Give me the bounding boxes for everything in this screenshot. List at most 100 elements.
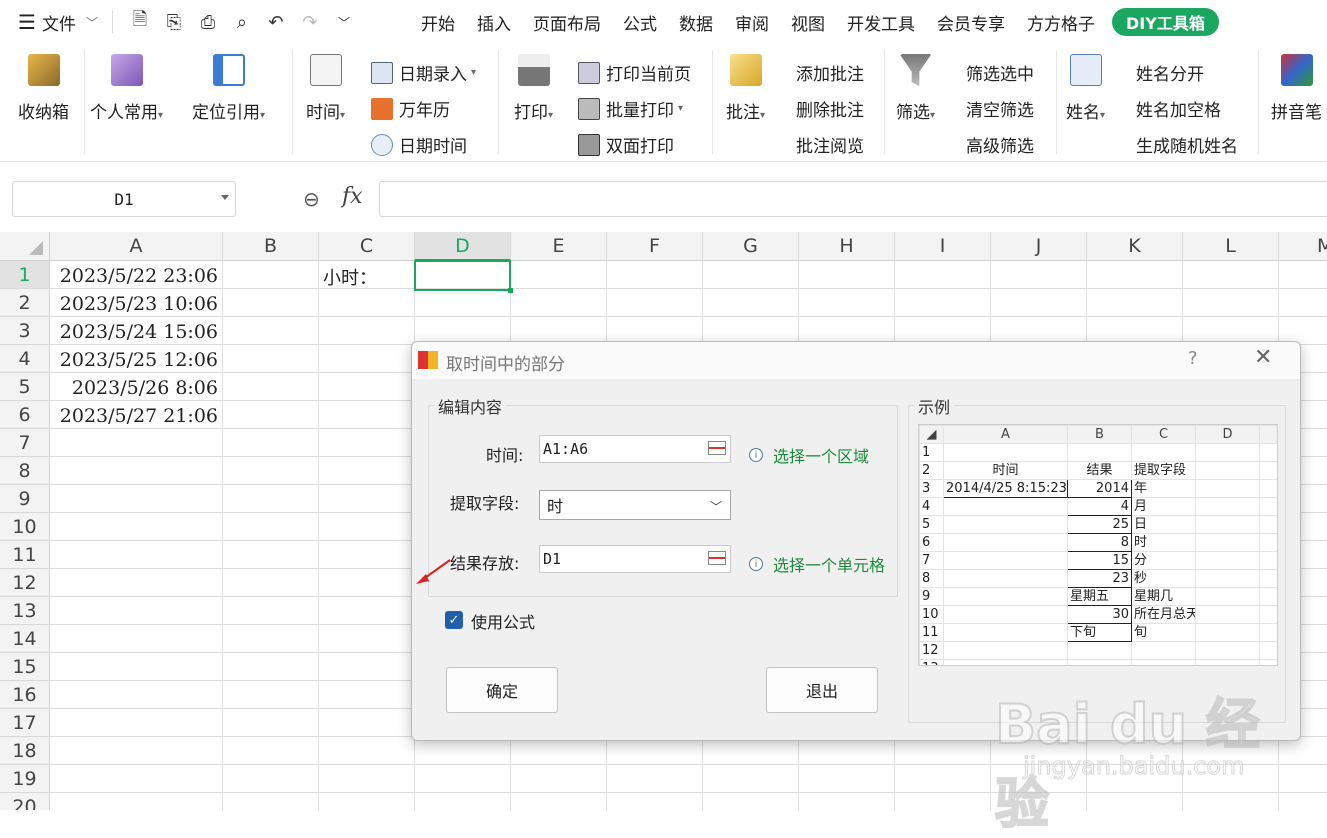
row-header-9[interactable]: 9 — [0, 485, 50, 513]
cell-a3[interactable]: 2023/5/24 15:06 — [50, 318, 222, 346]
row-header-20[interactable]: 20 — [0, 793, 50, 810]
personal-button[interactable]: 个人常用▾ — [90, 54, 163, 123]
active-cell-d1[interactable] — [414, 260, 513, 293]
filter-button[interactable]: 筛选▾ — [896, 54, 935, 123]
file-menu[interactable]: ☰ 文件 ﹀ — [18, 10, 98, 35]
name-button[interactable]: 姓名▾ — [1066, 54, 1105, 123]
col-header-k[interactable]: K — [1087, 232, 1183, 261]
date-time-button[interactable]: 日期时间 — [371, 132, 467, 157]
use-formula-checkbox[interactable]: ✓ — [445, 611, 463, 629]
print-icon[interactable]: ⎙ — [191, 0, 225, 44]
row-header-14[interactable]: 14 — [0, 625, 50, 653]
random-name-button[interactable]: 生成随机姓名 — [1136, 132, 1238, 157]
help-icon[interactable]: ? — [1188, 348, 1198, 369]
exit-button[interactable]: 退出 — [766, 667, 878, 713]
export-pdf-icon[interactable]: ⎘ — [157, 0, 191, 44]
col-header-l[interactable]: L — [1183, 232, 1279, 261]
col-header-i[interactable]: I — [895, 232, 991, 261]
col-header-j[interactable]: J — [991, 232, 1087, 261]
row-header-19[interactable]: 19 — [0, 765, 50, 793]
cell-a1[interactable]: 2023/5/22 23:06 — [50, 262, 222, 290]
row-header-11[interactable]: 11 — [0, 541, 50, 569]
print-current-button[interactable]: 打印当前页 — [578, 60, 691, 85]
row-header-4[interactable]: 4 — [0, 345, 50, 373]
col-header-a[interactable]: A — [50, 232, 223, 261]
redo-icon[interactable]: ↷ — [293, 0, 327, 44]
cell-a5[interactable]: 2023/5/26 8:06 — [50, 374, 222, 402]
row-header-15[interactable]: 15 — [0, 653, 50, 681]
pinyin-button[interactable]: 拼音笔 — [1271, 54, 1322, 123]
read-comment-button[interactable]: 批注阅览 — [796, 132, 864, 157]
tab-developer[interactable]: 开发工具 — [836, 0, 926, 44]
tab-page-layout[interactable]: 页面布局 — [522, 0, 612, 44]
select-all-corner[interactable] — [0, 232, 50, 261]
duplex-print-button[interactable]: 双面打印 — [578, 132, 674, 157]
range-picker-icon[interactable] — [708, 441, 726, 455]
col-header-b[interactable]: B — [223, 232, 319, 261]
date-entry-button[interactable]: 日期录入 ▾ — [371, 60, 476, 85]
tab-data[interactable]: 数据 — [668, 0, 724, 44]
row-header-3[interactable]: 3 — [0, 317, 50, 345]
undo-icon[interactable]: ↶ — [259, 0, 293, 44]
tab-view[interactable]: 视图 — [780, 0, 836, 44]
col-header-g[interactable]: G — [703, 232, 799, 261]
row-header-13[interactable]: 13 — [0, 597, 50, 625]
delete-comment-button[interactable]: 删除批注 — [796, 96, 864, 121]
clear-filter-button[interactable]: 清空筛选 — [966, 96, 1034, 121]
row-header-16[interactable]: 16 — [0, 681, 50, 709]
cell-a2[interactable]: 2023/5/23 10:06 — [50, 290, 222, 318]
tab-fangfange[interactable]: 方方格子 — [1016, 0, 1106, 44]
row-header-12[interactable]: 12 — [0, 569, 50, 597]
tab-diy-toolbox[interactable]: DIY工具箱 — [1112, 8, 1219, 36]
col-header-e[interactable]: E — [511, 232, 607, 261]
time-range-input[interactable]: A1:A6 — [539, 435, 731, 463]
col-header-m[interactable]: M — [1279, 232, 1327, 261]
cell-a6[interactable]: 2023/5/27 21:06 — [50, 402, 222, 430]
col-header-f[interactable]: F — [607, 232, 703, 261]
cell-c1[interactable]: 小时： — [323, 264, 377, 290]
time-button[interactable]: 时间▾ — [306, 54, 345, 123]
comment-button[interactable]: 批注▾ — [726, 54, 765, 123]
row-header-2[interactable]: 2 — [0, 289, 50, 317]
row-header-7[interactable]: 7 — [0, 429, 50, 457]
customize-dropdown-icon[interactable]: ﹀ — [327, 0, 361, 44]
row-header-1[interactable]: 1 — [0, 261, 50, 289]
result-cell-input[interactable]: D1 — [539, 545, 731, 573]
row-header-18[interactable]: 18 — [0, 737, 50, 765]
row-header-5[interactable]: 5 — [0, 373, 50, 401]
filter-selected-button[interactable]: 筛选选中 — [966, 60, 1034, 85]
ok-button[interactable]: 确定 — [446, 667, 558, 713]
zoom-out-icon[interactable]: ⊖ — [303, 187, 320, 211]
close-icon[interactable]: ✕ — [1254, 345, 1272, 370]
formula-input[interactable] — [379, 181, 1327, 217]
locate-button[interactable]: 定位引用▾ — [192, 54, 265, 123]
row-header-6[interactable]: 6 — [0, 401, 50, 429]
add-comment-button[interactable]: 添加批注 — [796, 60, 864, 85]
chevron-down-icon[interactable] — [221, 195, 229, 200]
tab-formulas[interactable]: 公式 — [612, 0, 668, 44]
tab-insert[interactable]: 插入 — [466, 0, 522, 44]
split-name-button[interactable]: 姓名分开 — [1136, 60, 1204, 85]
row-header-17[interactable]: 17 — [0, 709, 50, 737]
function-icon[interactable]: fx — [342, 184, 363, 209]
row-header-10[interactable]: 10 — [0, 513, 50, 541]
print-preview-icon[interactable]: ⌕ — [225, 0, 259, 44]
col-header-d[interactable]: D — [415, 232, 511, 261]
field-select[interactable]: 时 ﹀ — [539, 490, 731, 520]
col-header-c[interactable]: C — [319, 232, 415, 261]
col-header-h[interactable]: H — [799, 232, 895, 261]
dialog-title-bar[interactable]: 取时间中的部分 ? ✕ — [412, 342, 1300, 379]
name-box[interactable]: D1 — [12, 181, 236, 217]
name-space-button[interactable]: 姓名加空格 — [1136, 96, 1221, 121]
tab-review[interactable]: 审阅 — [724, 0, 780, 44]
row-header-8[interactable]: 8 — [0, 457, 50, 485]
batch-print-button[interactable]: 批量打印 ▾ — [578, 96, 683, 121]
save-icon[interactable]: 🗎 — [123, 0, 157, 44]
tab-home[interactable]: 开始 — [410, 0, 466, 44]
toolbox-button[interactable]: 收纳箱 — [18, 54, 69, 123]
cell-a4[interactable]: 2023/5/25 12:06 — [50, 346, 222, 374]
print-button[interactable]: 打印▾ — [514, 54, 553, 123]
tab-member[interactable]: 会员专享 — [926, 0, 1016, 44]
calendar-button[interactable]: 万年历 — [371, 96, 450, 121]
advanced-filter-button[interactable]: 高级筛选 — [966, 132, 1034, 157]
